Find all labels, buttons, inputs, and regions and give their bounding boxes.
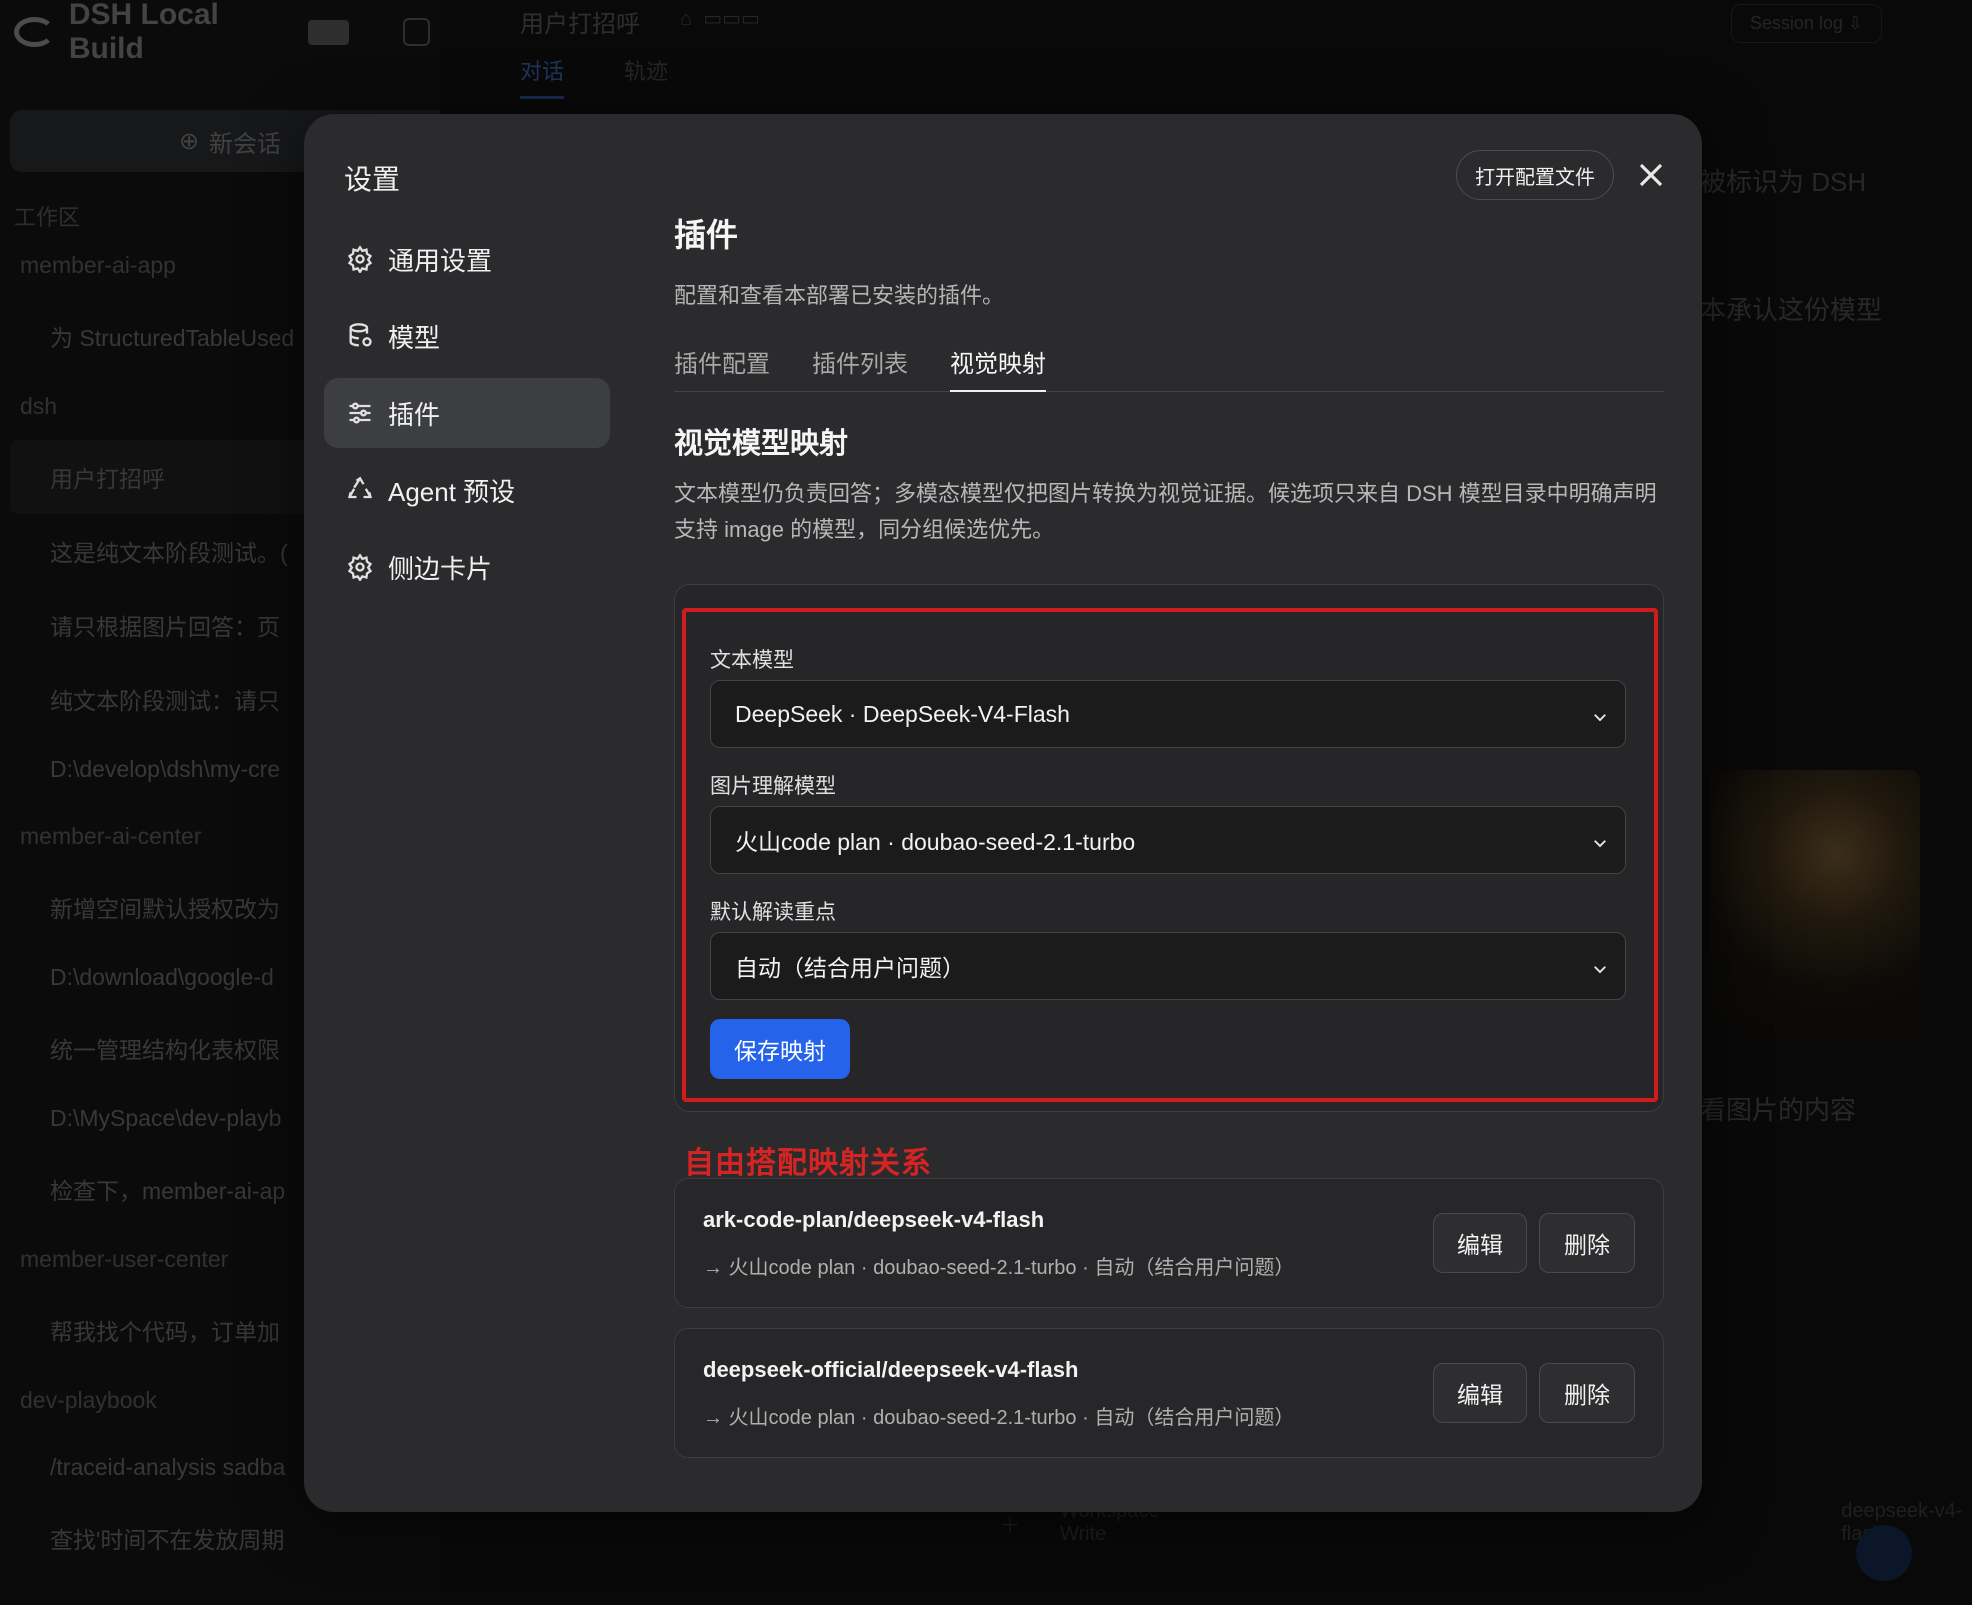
image-model-label: 图片理解模型 bbox=[710, 775, 836, 798]
nav-item-label: 侧边卡片 bbox=[388, 553, 493, 584]
modal-title: 设置 bbox=[344, 164, 401, 195]
edit-mapping-button[interactable]: 编辑 bbox=[1433, 1213, 1527, 1273]
edit-mapping-button[interactable]: 编辑 bbox=[1433, 1363, 1527, 1423]
mapping-list-item: deepseek-official/deepseek-v4-flash → 火山… bbox=[674, 1328, 1664, 1458]
text-model-select[interactable]: DeepSeek · DeepSeek-V4-Flash bbox=[710, 680, 1626, 748]
page-title: 插件 bbox=[674, 217, 739, 253]
settings-modal: 设置 通用设置 模型 插件 Agent 预设 侧边卡片 打开配置文件 插件 配置… bbox=[304, 114, 1702, 1512]
mapping-target: → 火山code plan · doubao-seed-2.1-turbo · … bbox=[703, 1407, 1295, 1429]
sliders-icon bbox=[349, 402, 371, 424]
gear-icon bbox=[347, 553, 373, 581]
tab-plugin-config[interactable]: 插件配置 bbox=[674, 344, 770, 392]
delete-mapping-button[interactable]: 删除 bbox=[1539, 1213, 1635, 1273]
image-model-select[interactable]: 火山code plan · doubao-seed-2.1-turbo bbox=[710, 806, 1626, 874]
mapping-title: deepseek-official/deepseek-v4-flash bbox=[703, 1357, 1079, 1382]
chevron-down-icon bbox=[1591, 831, 1609, 849]
focus-value: 自动（结合用户问题） bbox=[735, 955, 965, 981]
plugin-tabs: 插件配置 插件列表 视觉映射 bbox=[674, 344, 1664, 392]
nav-item-label: Agent 预设 bbox=[388, 476, 516, 507]
chevron-down-icon bbox=[1591, 957, 1609, 975]
nav-item-general[interactable]: 通用设置 bbox=[324, 224, 610, 294]
nav-item-models[interactable]: 模型 bbox=[324, 301, 610, 371]
open-config-file-button[interactable]: 打开配置文件 bbox=[1456, 150, 1614, 200]
text-model-label: 文本模型 bbox=[710, 649, 794, 672]
nav-item-label: 模型 bbox=[388, 322, 441, 353]
text-model-value: DeepSeek · DeepSeek-V4-Flash bbox=[735, 700, 1070, 727]
nav-item-plugins[interactable]: 插件 bbox=[324, 378, 610, 448]
chevron-down-icon bbox=[1591, 705, 1609, 723]
tab-plugin-list[interactable]: 插件列表 bbox=[812, 344, 908, 392]
focus-label: 默认解读重点 bbox=[710, 901, 836, 924]
nav-item-label: 通用设置 bbox=[388, 245, 493, 276]
recycle-icon bbox=[348, 476, 372, 499]
nav-item-label: 插件 bbox=[388, 399, 441, 430]
focus-select[interactable]: 自动（结合用户问题） bbox=[710, 932, 1626, 1000]
gear-icon bbox=[347, 245, 373, 273]
mapping-list-item: ark-code-plan/deepseek-v4-flash → 火山code… bbox=[674, 1178, 1664, 1308]
mapping-target: → 火山code plan · doubao-seed-2.1-turbo · … bbox=[703, 1257, 1295, 1279]
mapping-title: ark-code-plan/deepseek-v4-flash bbox=[703, 1207, 1045, 1232]
nav-item-agent-presets[interactable]: Agent 预设 bbox=[324, 455, 610, 525]
image-model-value: 火山code plan · doubao-seed-2.1-turbo bbox=[735, 829, 1136, 855]
nav-item-side-cards[interactable]: 侧边卡片 bbox=[324, 532, 610, 602]
save-mapping-button[interactable]: 保存映射 bbox=[710, 1019, 850, 1079]
delete-mapping-button[interactable]: 删除 bbox=[1539, 1363, 1635, 1423]
close-icon[interactable] bbox=[1636, 160, 1666, 190]
settings-nav: 通用设置 模型 插件 Agent 预设 侧边卡片 bbox=[324, 224, 610, 609]
database-icon bbox=[349, 323, 372, 347]
section-description: 文本模型仍负责回答；多模态模型仅把图片转换为视觉证据。候选项只来自 DSH 模型… bbox=[674, 481, 1657, 542]
plugins-panel: 插件 配置和查看本部署已安装的插件。 插件配置 插件列表 视觉映射 视觉模型映射… bbox=[674, 210, 1664, 548]
tab-vision-mapping[interactable]: 视觉映射 bbox=[950, 344, 1046, 392]
section-title: 视觉模型映射 bbox=[674, 428, 849, 460]
page-description: 配置和查看本部署已安装的插件。 bbox=[674, 283, 1005, 308]
annotation-text: 自由搭配映射关系 bbox=[684, 1147, 932, 1180]
